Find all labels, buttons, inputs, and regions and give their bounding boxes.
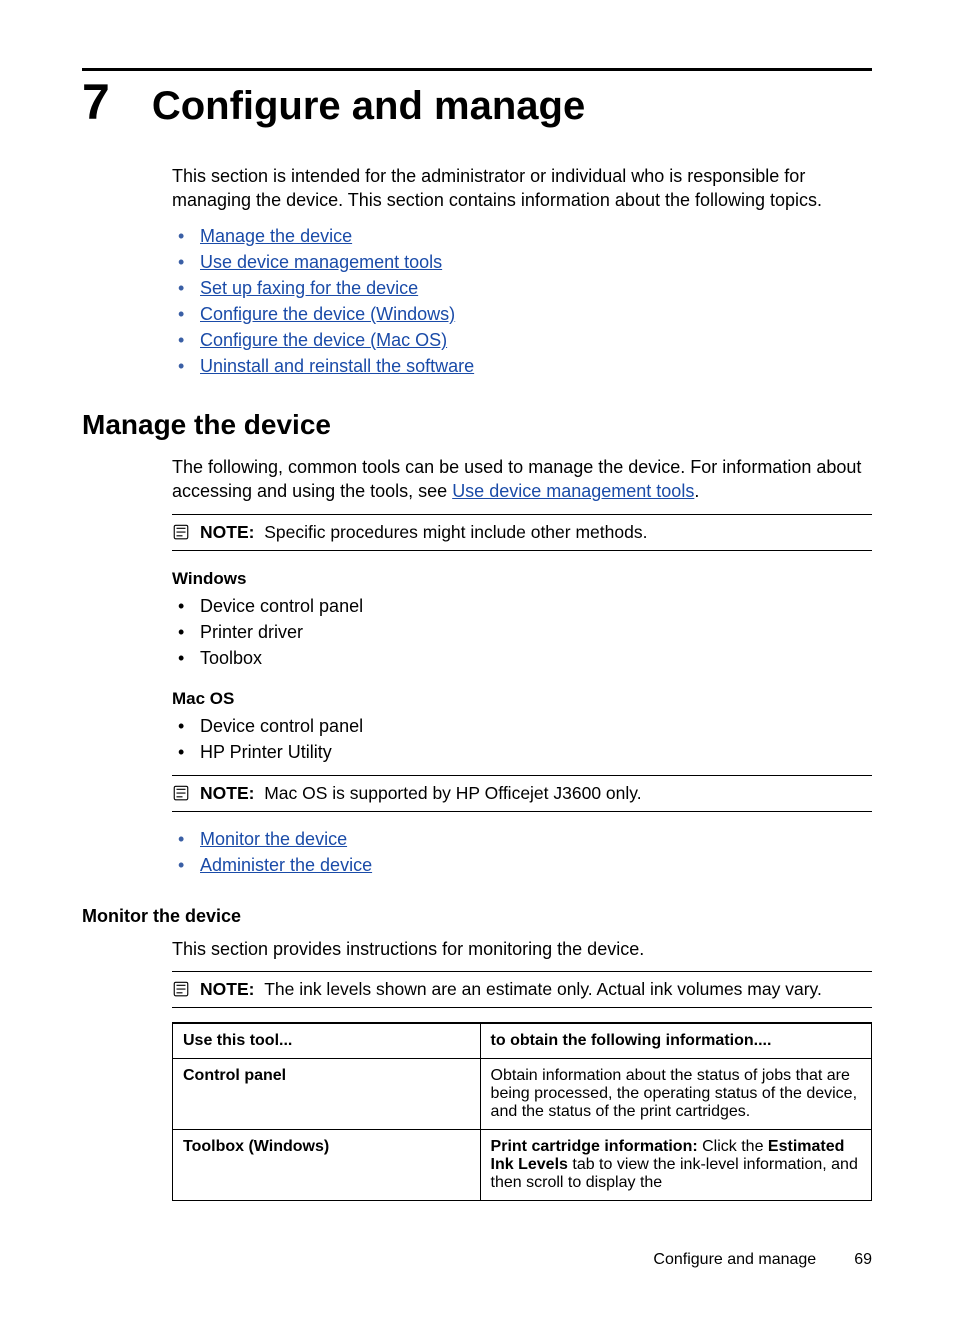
list-item: Device control panel: [200, 716, 363, 736]
sublink[interactable]: Administer the device: [200, 855, 372, 875]
table-cell-info: Print cartridge information: Click the E…: [480, 1129, 871, 1200]
page-footer: Configure and manage 69: [653, 1251, 872, 1269]
table-row: Control panel Obtain information about t…: [173, 1058, 872, 1129]
note-box: NOTE: Specific procedures might include …: [172, 514, 872, 551]
note-label: NOTE:: [200, 979, 254, 999]
note-icon: [172, 784, 190, 802]
sublink[interactable]: Monitor the device: [200, 829, 347, 849]
table-cell-info: Obtain information about the status of j…: [480, 1058, 871, 1129]
macos-list: Device control panel HP Printer Utility: [172, 713, 872, 765]
table-cell-tool: Toolbox (Windows): [173, 1129, 481, 1200]
section-heading-manage: Manage the device: [82, 409, 872, 441]
note-box: NOTE: The ink levels shown are an estima…: [172, 971, 872, 1008]
sublink-list: Monitor the device Administer the device: [172, 826, 872, 878]
table-row: Toolbox (Windows) Print cartridge inform…: [173, 1129, 872, 1200]
page-number: 69: [854, 1251, 872, 1269]
inline-link[interactable]: Use device management tools: [452, 481, 694, 501]
monitor-table: Use this tool... to obtain the following…: [172, 1022, 872, 1201]
note-text: The ink levels shown are an estimate onl…: [264, 979, 822, 999]
note-text: Mac OS is supported by HP Officejet J360…: [264, 783, 641, 803]
list-item: HP Printer Utility: [200, 742, 332, 762]
toc-link[interactable]: Manage the device: [200, 226, 352, 246]
toc-link[interactable]: Set up faxing for the device: [200, 278, 418, 298]
note-label: NOTE:: [200, 522, 254, 542]
footer-text: Configure and manage: [653, 1251, 816, 1269]
subsection-heading-monitor: Monitor the device: [82, 906, 872, 927]
table-header: Use this tool...: [173, 1023, 481, 1059]
list-item: Device control panel: [200, 596, 363, 616]
note-label: NOTE:: [200, 783, 254, 803]
note-icon: [172, 523, 190, 541]
table-header: to obtain the following information....: [480, 1023, 871, 1059]
chapter-number: 7: [82, 77, 110, 127]
macos-heading: Mac OS: [172, 689, 872, 709]
intro-text: This section is intended for the adminis…: [172, 164, 872, 213]
toc-link[interactable]: Use device management tools: [200, 252, 442, 272]
monitor-para: This section provides instructions for m…: [172, 937, 872, 961]
table-cell-tool: Control panel: [173, 1058, 481, 1129]
toc-link[interactable]: Configure the device (Mac OS): [200, 330, 447, 350]
windows-list: Device control panel Printer driver Tool…: [172, 593, 872, 671]
note-box: NOTE: Mac OS is supported by HP Officeje…: [172, 775, 872, 812]
chapter-title: Configure and manage: [152, 84, 585, 128]
windows-heading: Windows: [172, 569, 872, 589]
note-icon: [172, 980, 190, 998]
toc-list: Manage the device Use device management …: [172, 223, 872, 380]
toc-link[interactable]: Configure the device (Windows): [200, 304, 455, 324]
list-item: Printer driver: [200, 622, 303, 642]
manage-para: The following, common tools can be used …: [172, 455, 872, 504]
note-text: Specific procedures might include other …: [264, 522, 647, 542]
toc-link[interactable]: Uninstall and reinstall the software: [200, 356, 474, 376]
list-item: Toolbox: [200, 648, 262, 668]
